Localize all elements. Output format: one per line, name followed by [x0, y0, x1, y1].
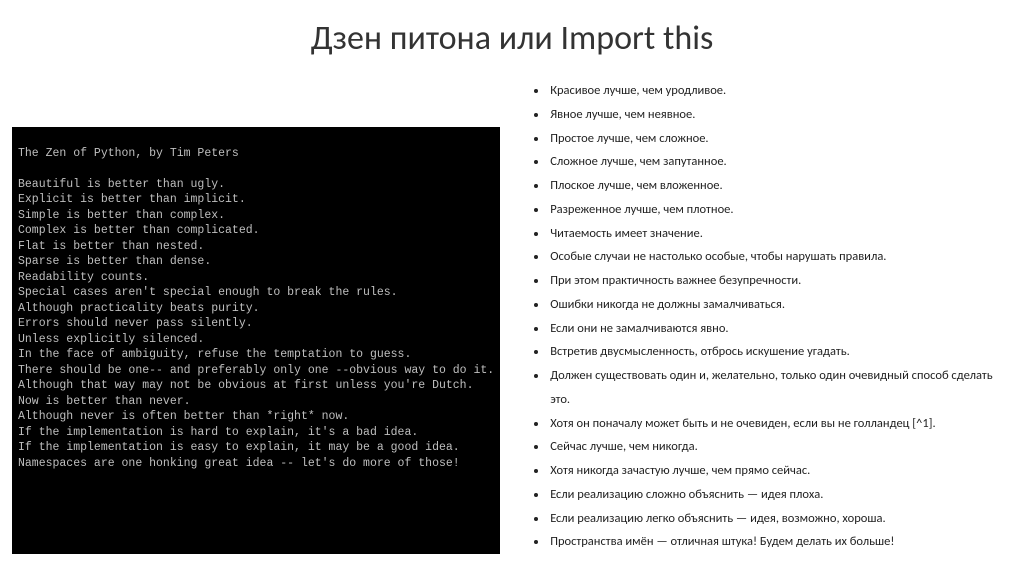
list-item: Читаемость имеет значение. [548, 222, 1012, 246]
zen-line: Now is better than never. [18, 395, 191, 408]
zen-line: Although practicality beats purity. [18, 302, 260, 315]
zen-heading: The Zen of Python, by Tim Peters [18, 147, 239, 160]
zen-line: Although never is often better than *rig… [18, 410, 349, 423]
zen-line: There should be one-- and preferably onl… [18, 364, 494, 377]
content-row: The Zen of Python, by Tim Peters Beautif… [0, 79, 1024, 554]
list-item: Хотя никогда зачастую лучше, чем прямо с… [548, 459, 1012, 483]
zen-line: Simple is better than complex. [18, 209, 225, 222]
list-item: Пространства имён — отличная штука! Буде… [548, 530, 1012, 554]
list-item: Сейчас лучше, чем никогда. [548, 435, 1012, 459]
list-item: Если реализацию сложно объяснить — идея … [548, 483, 1012, 507]
zen-line: If the implementation is hard to explain… [18, 426, 418, 439]
list-item: При этом практичность важнее безупречнос… [548, 269, 1012, 293]
russian-translation-list: Красивое лучше, чем уродливое. Явное луч… [520, 79, 1012, 554]
zen-line: Beautiful is better than ugly. [18, 178, 225, 191]
zen-line: Special cases aren't special enough to b… [18, 286, 398, 299]
list-item: Ошибки никогда не должны замалчиваться. [548, 293, 1012, 317]
zen-line: Although that way may not be obvious at … [18, 379, 473, 392]
terminal-output: The Zen of Python, by Tim Peters Beautif… [12, 127, 500, 554]
list-item: Особые случаи не настолько особые, чтобы… [548, 245, 1012, 269]
list-item: Явное лучше, чем неявное. [548, 103, 1012, 127]
list-item: Встретив двусмысленность, отбрось искуше… [548, 340, 1012, 364]
zen-line: Complex is better than complicated. [18, 224, 260, 237]
zen-line: Readability counts. [18, 271, 149, 284]
zen-line: In the face of ambiguity, refuse the tem… [18, 348, 411, 361]
list-item: Простое лучше, чем сложное. [548, 127, 1012, 151]
list-item: Если они не замалчиваются явно. [548, 317, 1012, 341]
zen-line: If the implementation is easy to explain… [18, 441, 460, 454]
page-title: Дзен питона или Import this [0, 0, 1024, 79]
list-item: Разреженное лучше, чем плотное. [548, 198, 1012, 222]
list-item: Плоское лучше, чем вложенное. [548, 174, 1012, 198]
zen-line: Explicit is better than implicit. [18, 193, 246, 206]
list-item: Должен существовать один и, желательно, … [548, 364, 1012, 412]
list-item: Если реализацию легко объяснить — идея, … [548, 507, 1012, 531]
zen-line: Flat is better than nested. [18, 240, 204, 253]
list-item: Хотя он поначалу может быть и не очевиде… [548, 412, 1012, 436]
zen-line: Errors should never pass silently. [18, 317, 253, 330]
zen-line: Namespaces are one honking great idea --… [18, 457, 460, 470]
zen-line: Sparse is better than dense. [18, 255, 211, 268]
zen-line: Unless explicitly silenced. [18, 333, 204, 346]
list-item: Красивое лучше, чем уродливое. [548, 79, 1012, 103]
list-item: Сложное лучше, чем запутанное. [548, 150, 1012, 174]
